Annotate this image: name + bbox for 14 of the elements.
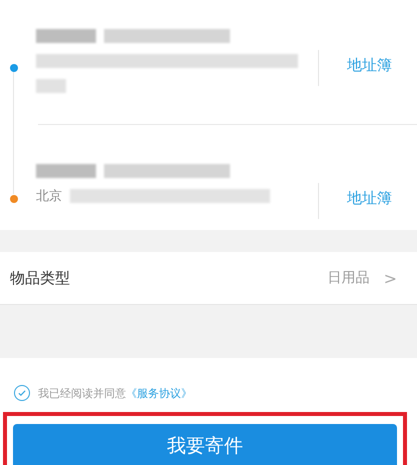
- address-text: 北京: [36, 188, 62, 205]
- agreement-checkbox[interactable]: [14, 385, 30, 401]
- blurred-text: [36, 164, 96, 178]
- item-type-value: 日用品: [328, 269, 370, 287]
- address-book-link[interactable]: 地址簿: [347, 56, 392, 75]
- send-button[interactable]: 我要寄件: [13, 424, 397, 465]
- blurred-text: [36, 79, 66, 93]
- address-book-link[interactable]: 地址簿: [347, 189, 392, 208]
- blurred-text: [36, 29, 96, 43]
- agreement-text: 我已经阅读并同意: [38, 386, 126, 400]
- service-agreement-link[interactable]: 《服务协议》: [126, 386, 192, 400]
- checkmark-icon: [17, 388, 27, 398]
- item-type-label: 物品类型: [10, 268, 70, 288]
- chevron-icon: >: [384, 268, 397, 288]
